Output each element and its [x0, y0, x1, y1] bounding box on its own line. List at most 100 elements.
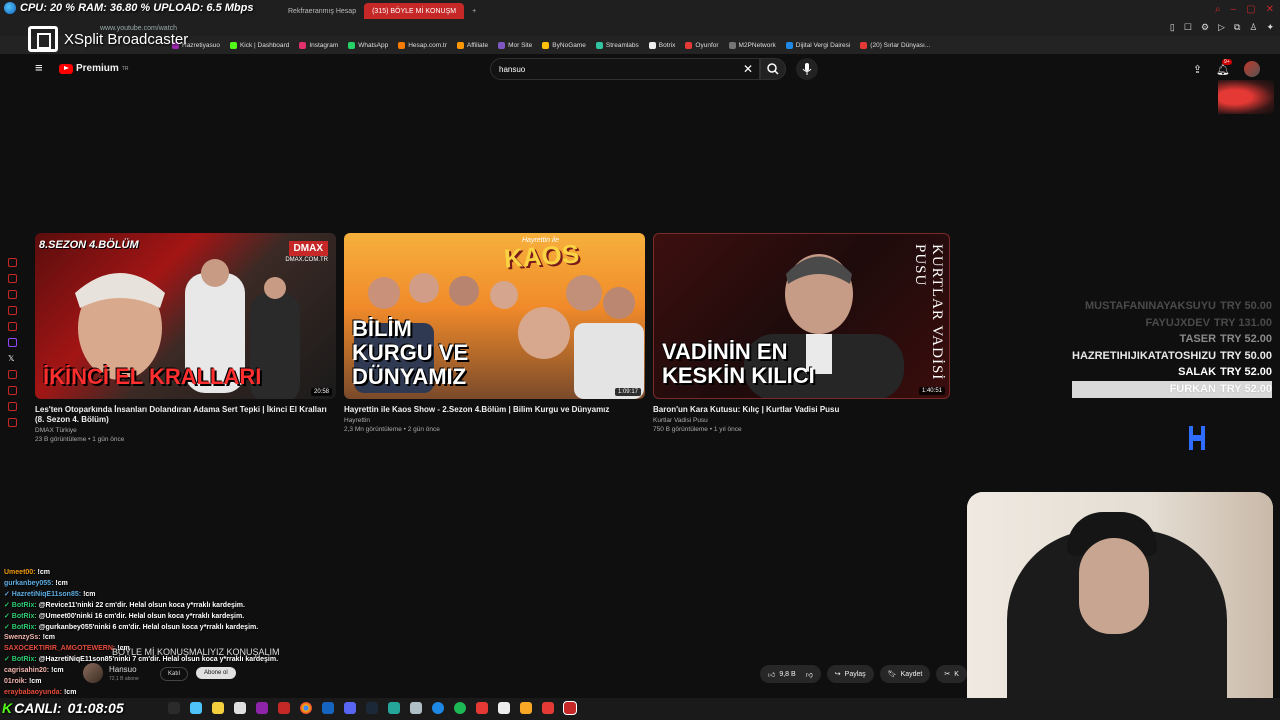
bookmark-item[interactable]: M2PNetwork: [728, 41, 776, 49]
video-meta: 2,3 Mn görüntüleme • 2 gün önce: [344, 426, 440, 433]
app-icon[interactable]: [278, 702, 290, 714]
steam-icon[interactable]: [366, 702, 378, 714]
media-icon[interactable]: ▷: [1218, 22, 1225, 33]
chrome-icon[interactable]: [300, 702, 312, 714]
bookmark-item[interactable]: Botrix: [648, 41, 675, 49]
bookmark-icon: [685, 41, 693, 49]
search-tabs-icon[interactable]: ⌕: [1215, 4, 1221, 15]
channel-avatar[interactable]: [83, 663, 103, 683]
bookmark-item[interactable]: (20) Sırlar Dünyası...: [860, 41, 930, 49]
like-button[interactable]: 👍︎ 9,8 B 👎︎: [760, 665, 821, 683]
chat-message: 01roik: !cm: [4, 677, 384, 688]
app-icon[interactable]: [542, 702, 554, 714]
bookmark-item[interactable]: ByNoGame: [542, 41, 586, 49]
app-icon[interactable]: [498, 702, 510, 714]
side-icon-9[interactable]: [8, 418, 17, 427]
tab-icon[interactable]: ⧉: [1234, 22, 1240, 33]
menu-icon[interactable]: ≡: [35, 61, 47, 74]
app-icon[interactable]: [190, 702, 202, 714]
bookmark-item[interactable]: Mor Site: [498, 41, 532, 49]
video-actions: 👍︎ 9,8 B 👎︎ ↪ Paylaş 🔖︎ Kaydet ✂ K: [760, 665, 967, 683]
channel-name[interactable]: Hansuo: [109, 665, 137, 674]
chat-username: ✓ BotRix:: [4, 612, 37, 620]
bookmark-item[interactable]: Affiliate: [456, 41, 488, 49]
subscribe-button[interactable]: Abone ol: [196, 667, 236, 679]
settings-icon[interactable]: ⚙: [1201, 22, 1209, 33]
join-button[interactable]: Katıl: [160, 667, 189, 681]
bookmark-icon: [229, 41, 237, 49]
app-icon[interactable]: [322, 702, 334, 714]
side-icon-6[interactable]: [8, 370, 17, 379]
clear-search-icon[interactable]: ✕: [743, 62, 753, 76]
share-button[interactable]: ↪ Paylaş: [826, 665, 874, 683]
app-icon[interactable]: [212, 702, 224, 714]
side-icon-3[interactable]: [8, 290, 17, 299]
video-title[interactable]: Les'ten Otoparkında İnsanları Dolandıran…: [35, 405, 336, 425]
video-card[interactable]: KURTLAR VADİSİ PUSU VADİNİN EN KESKİN KI…: [653, 233, 950, 433]
app-icon[interactable]: [432, 702, 444, 714]
discord-icon[interactable]: [344, 702, 356, 714]
new-tab-icon[interactable]: +: [464, 3, 484, 19]
dislike-icon[interactable]: 👎︎: [806, 670, 813, 679]
video-title[interactable]: Baron'un Kara Kutusu: Kılıç | Kurtlar Va…: [653, 405, 950, 415]
video-meta: 23 B görüntüleme • 1 gün önce: [35, 436, 125, 443]
app-icon[interactable]: [476, 702, 488, 714]
account-avatar[interactable]: [1244, 61, 1260, 77]
video-title[interactable]: Hayrettin ile Kaos Show - 2.Sezon 4.Bölü…: [344, 405, 645, 415]
app-icon[interactable]: [256, 702, 268, 714]
upload-icon[interactable]: ⇪: [1193, 63, 1202, 76]
bookmark-icon[interactable]: ☐: [1184, 22, 1192, 33]
video-card[interactable]: 8.SEZON 4.BÖLÜM DMAX DMAX.COM.TR İKİNCİ …: [35, 233, 336, 443]
video-thumbnail[interactable]: Hayrettin ile KAOS BİLİM KURGU VE DÜNYAM…: [344, 233, 645, 399]
search-input[interactable]: [491, 59, 731, 80]
app-icon[interactable]: [234, 702, 246, 714]
bookmark-item[interactable]: Streamlabs: [595, 41, 639, 49]
app-icon[interactable]: [410, 702, 422, 714]
bookmark-item[interactable]: Hesap.com.tr: [398, 41, 447, 49]
side-icon-5[interactable]: [8, 322, 17, 331]
ai-icon[interactable]: ✦: [1266, 22, 1274, 33]
voice-search-button[interactable]: [796, 58, 818, 80]
stats-text: CPU: 20 % RAM: 36.80 % UPLOAD: 6.5 Mbps: [20, 2, 254, 14]
close-window-icon[interactable]: ✕: [1266, 4, 1274, 15]
browser-tab-active[interactable]: (315) BÖYLE Mİ KONUŞM: [364, 3, 465, 19]
bookmark-item[interactable]: Oyunfor: [685, 41, 719, 49]
search-button[interactable]: [760, 58, 786, 80]
notifications-icon[interactable]: 🔔︎ 9+: [1216, 58, 1232, 76]
bookmark-label: Dijital Vergi Dairesi: [795, 41, 851, 49]
video-channel[interactable]: Hayrettin: [344, 417, 645, 424]
side-icon-7[interactable]: [8, 386, 17, 395]
donor-name: TASER: [1179, 333, 1217, 346]
video-card[interactable]: Hayrettin ile KAOS BİLİM KURGU VE DÜNYAM…: [344, 233, 645, 433]
user-icon[interactable]: ♙: [1249, 22, 1257, 33]
video-thumbnail[interactable]: KURTLAR VADİSİ PUSU VADİNİN EN KESKİN KI…: [653, 233, 950, 399]
extension-icon[interactable]: ▯: [1170, 22, 1175, 33]
chat-username: ✓ BotRix:: [4, 656, 37, 664]
bookmark-item[interactable]: Kick | Dashboard: [229, 41, 289, 49]
youtube-logo[interactable]: Premium TR: [59, 63, 128, 74]
side-icon-1[interactable]: [8, 258, 17, 267]
side-icon-2[interactable]: [8, 274, 17, 283]
app-icon[interactable]: [520, 702, 532, 714]
video-channel[interactable]: DMAX Türkiye: [35, 427, 336, 434]
minimize-icon[interactable]: –: [1231, 4, 1237, 15]
app-icon[interactable]: [168, 702, 180, 714]
bookmark-item[interactable]: Instagram: [299, 41, 338, 49]
side-icon-8[interactable]: [8, 402, 17, 411]
x-icon[interactable]: 𝕏: [8, 354, 17, 363]
live-label: CANLI:: [14, 700, 62, 716]
clip-button[interactable]: ✂ K: [936, 665, 967, 683]
save-button[interactable]: 🔖︎ Kaydet: [879, 665, 931, 683]
bookmark-item[interactable]: WhatsApp: [348, 41, 388, 49]
twitch-icon[interactable]: [8, 338, 17, 347]
spotify-icon[interactable]: [454, 702, 466, 714]
app-icon[interactable]: [563, 701, 577, 715]
app-icon[interactable]: [388, 702, 400, 714]
side-icon-4[interactable]: [8, 306, 17, 315]
maximize-icon[interactable]: ▢: [1246, 4, 1255, 15]
address-bar[interactable]: www.youtube.com/watch: [0, 20, 1280, 36]
video-thumbnail[interactable]: 8.SEZON 4.BÖLÜM DMAX DMAX.COM.TR İKİNCİ …: [35, 233, 336, 399]
browser-tab[interactable]: Rekfraeranmış Hesap: [280, 3, 364, 19]
bookmark-item[interactable]: Dijital Vergi Dairesi: [785, 41, 851, 49]
video-channel[interactable]: Kurtlar Vadisi Pusu: [653, 417, 950, 424]
